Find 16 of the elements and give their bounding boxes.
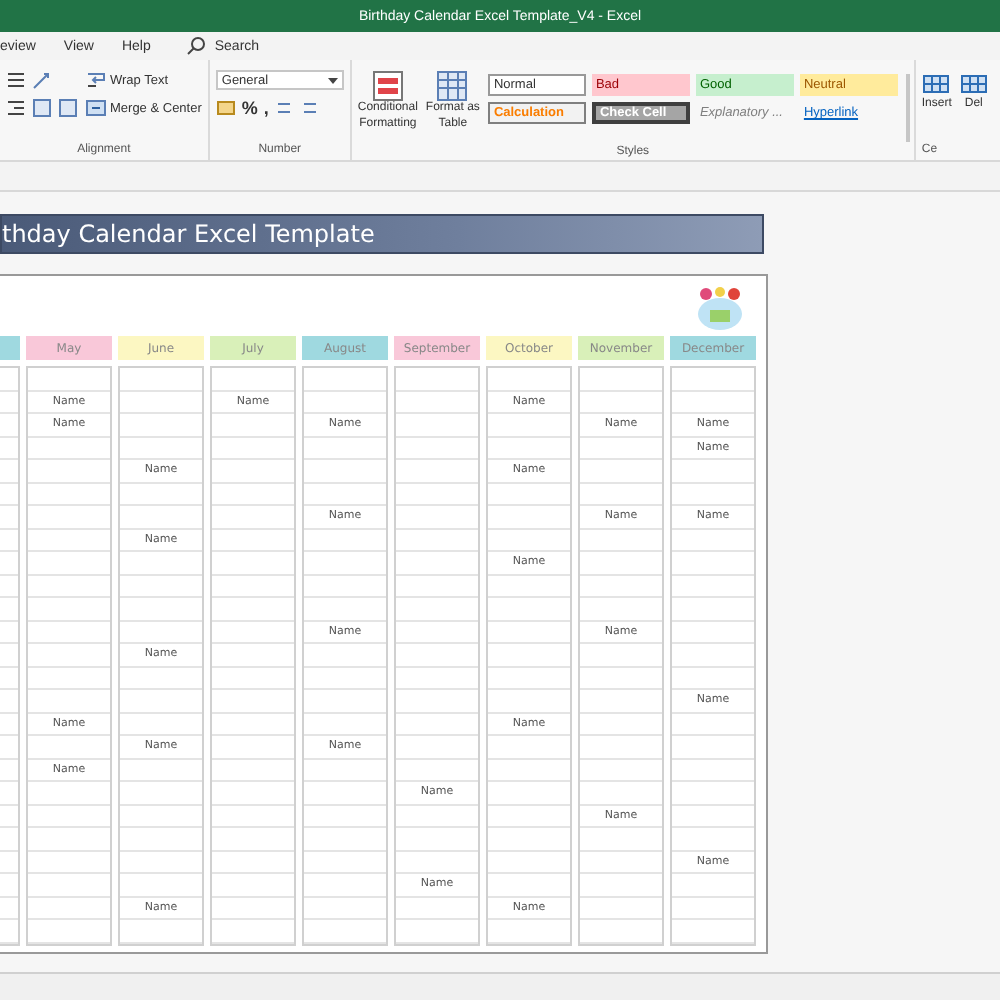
currency-icon[interactable]: [215, 98, 236, 118]
format-symbol[interactable]: ,: [263, 98, 269, 118]
table-icon: [959, 70, 988, 98]
sheet-title: thday Calendar Excel Template: [0, 214, 764, 254]
gallery-scrollbar[interactable]: [905, 74, 910, 142]
align-right-icon[interactable]: [6, 98, 26, 118]
caret-icon: [327, 77, 338, 83]
table-icon: [922, 70, 951, 98]
format-symbol[interactable]: %: [241, 98, 258, 118]
wrap-icon[interactable]: [86, 70, 106, 90]
table-icon: [436, 70, 469, 102]
merge-icon[interactable]: [86, 98, 106, 118]
balloons-icon: [696, 284, 744, 332]
align-icon[interactable]: [6, 70, 26, 90]
search-icon[interactable]: [186, 36, 207, 56]
conditional-formatting-icon: [371, 70, 404, 102]
